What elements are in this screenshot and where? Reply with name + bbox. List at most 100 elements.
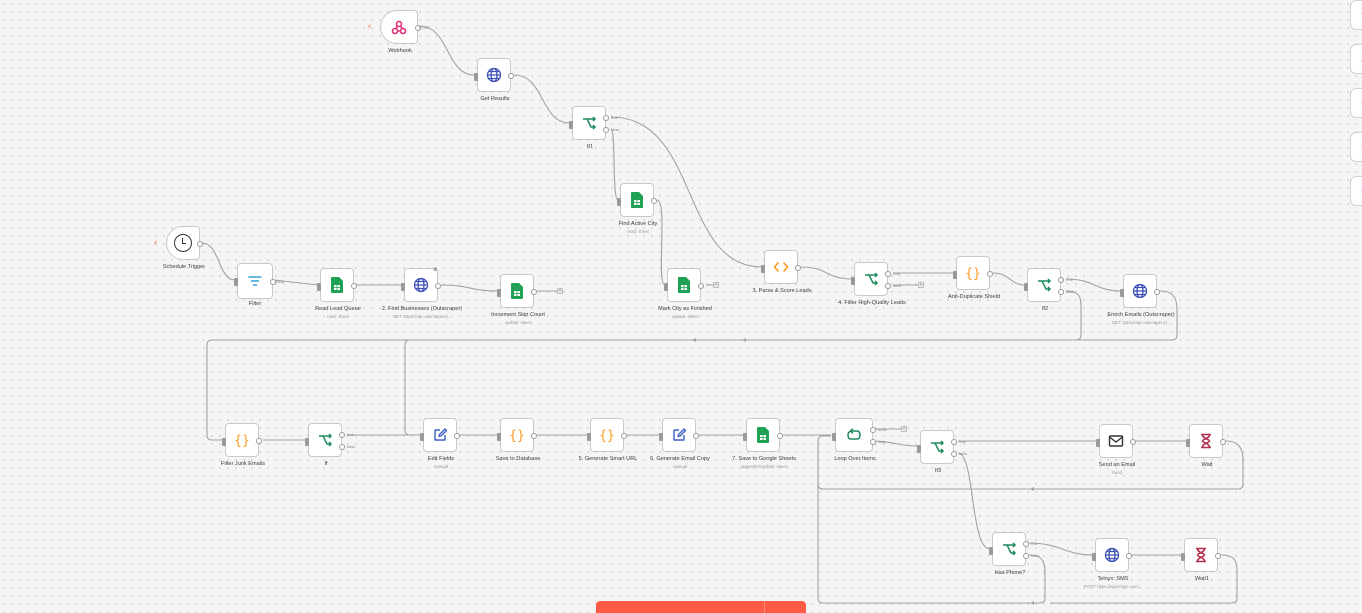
- node-save-google-sheets[interactable]: 7. Save to Google Sheets appendOrUpdate: …: [732, 418, 796, 469]
- node-wait[interactable]: Wait: [1186, 424, 1226, 468]
- output-port[interactable]: [651, 198, 657, 204]
- toolbar-sticky-button[interactable]: ▭: [1350, 132, 1362, 162]
- node-read-lead-queue[interactable]: Read Lead Queue read: sheet: [315, 268, 361, 319]
- input-port[interactable]: [1092, 553, 1096, 561]
- output-port-true[interactable]: [1023, 541, 1029, 547]
- input-port[interactable]: [401, 283, 405, 291]
- input-port[interactable]: [851, 277, 855, 285]
- input-port[interactable]: [1096, 439, 1100, 447]
- add-node-stub[interactable]: +: [901, 426, 907, 432]
- node-parse-score-leads[interactable]: 3. Parse & Score Leads: [752, 250, 812, 294]
- node-generate-smart-url[interactable]: {} 5. Generate Smart URL: [579, 418, 637, 462]
- output-port[interactable]: [351, 283, 357, 289]
- node-if1[interactable]: true false If1: [569, 106, 619, 150]
- node-if2[interactable]: true false If2: [1024, 268, 1074, 312]
- output-port[interactable]: [621, 433, 627, 439]
- input-port[interactable]: [953, 271, 957, 279]
- node-anti-duplicate-shield[interactable]: {} Anti-Duplicate Shield: [948, 256, 1000, 300]
- input-port[interactable]: [587, 433, 591, 441]
- output-port[interactable]: [1220, 439, 1226, 445]
- node-increment-skip-count[interactable]: Increment Skip Count update: sheet: [491, 274, 545, 325]
- input-port[interactable]: [761, 265, 765, 273]
- output-port[interactable]: [987, 271, 993, 277]
- node-mark-city-finished[interactable]: Mark City as Finished update: sheet: [658, 268, 712, 319]
- workflow-canvas[interactable]: ⚡ POST Webhook Get Results true false If…: [0, 0, 1362, 613]
- node-save-database[interactable]: {} Save to Database: [496, 418, 540, 462]
- output-port-true[interactable]: [885, 271, 891, 277]
- node-if[interactable]: true false If: [305, 423, 355, 467]
- output-port-false[interactable]: [603, 127, 609, 133]
- output-port-true[interactable]: [1058, 277, 1064, 283]
- input-port[interactable]: [474, 73, 478, 81]
- output-port[interactable]: [795, 265, 801, 271]
- output-port[interactable]: [777, 433, 783, 439]
- output-port[interactable]: [454, 433, 460, 439]
- output-port-loop[interactable]: [870, 439, 876, 445]
- input-port[interactable]: [1181, 553, 1185, 561]
- add-node-stub[interactable]: +: [713, 282, 719, 288]
- output-port-false[interactable]: [1023, 553, 1029, 559]
- output-port[interactable]: [698, 283, 704, 289]
- input-port[interactable]: [917, 445, 921, 453]
- output-port[interactable]: [1215, 553, 1221, 559]
- output-port[interactable]: [531, 289, 537, 295]
- node-has-phone[interactable]: true false Has Phone?: [989, 532, 1039, 576]
- node-filter-junk-emails[interactable]: {} Filter Junk Emails: [221, 423, 265, 467]
- node-enrich-emails[interactable]: Enrich Emails (Outscraper) GET: https://a…: [1107, 274, 1175, 325]
- input-port[interactable]: [659, 433, 663, 441]
- output-port-true[interactable]: [603, 115, 609, 121]
- toolbar-fit-button[interactable]: ▭: [1350, 88, 1362, 118]
- output-port[interactable]: [435, 283, 441, 289]
- node-webhook[interactable]: ⚡ POST Webhook: [367, 10, 430, 54]
- output-port[interactable]: [197, 241, 203, 247]
- output-port-true[interactable]: [951, 439, 957, 445]
- output-port[interactable]: [1154, 289, 1160, 295]
- input-port[interactable]: [989, 547, 993, 555]
- input-port[interactable]: [569, 121, 573, 129]
- node-filter-high-quality[interactable]: true false 4. Filter High-Quality Leads: [838, 262, 906, 306]
- input-port[interactable]: [317, 283, 321, 291]
- toolbar-zoom-in-button[interactable]: +: [1350, 0, 1362, 30]
- input-port[interactable]: [222, 438, 226, 446]
- toolbar-ai-button[interactable]: ◂: [1350, 176, 1362, 206]
- node-find-active-city[interactable]: Find Active City read: sheet: [617, 183, 657, 234]
- input-port[interactable]: [497, 289, 501, 297]
- node-telnyx-sms[interactable]: Telnyx: SMS POST: https://api.telnyx.com/…: [1084, 538, 1142, 589]
- output-port-false[interactable]: [885, 283, 891, 289]
- input-port[interactable]: [420, 433, 424, 441]
- node-filter[interactable]: Kept Filter: [234, 263, 284, 307]
- input-port[interactable]: [664, 283, 668, 291]
- input-port[interactable]: [617, 198, 621, 206]
- node-wait1[interactable]: Wait1: [1181, 538, 1221, 582]
- input-port[interactable]: [1024, 283, 1028, 291]
- node-get-results[interactable]: Get Results: [474, 58, 514, 102]
- output-port-false[interactable]: [339, 444, 345, 450]
- output-port-done[interactable]: [870, 427, 876, 433]
- input-port[interactable]: [1186, 439, 1190, 447]
- toolbar-search-button[interactable]: ⌕: [1350, 44, 1362, 74]
- add-node-stub[interactable]: +: [918, 282, 924, 288]
- node-send-email[interactable]: Send an Email Send: [1096, 424, 1136, 475]
- output-port[interactable]: [531, 433, 537, 439]
- output-port[interactable]: [693, 433, 699, 439]
- input-port[interactable]: [743, 433, 747, 441]
- output-port-false[interactable]: [951, 451, 957, 457]
- input-port[interactable]: [305, 438, 309, 446]
- add-node-stub[interactable]: +: [557, 288, 563, 294]
- output-port-true[interactable]: [339, 432, 345, 438]
- node-if3[interactable]: true false If3: [917, 430, 967, 474]
- output-port-false[interactable]: [1058, 289, 1064, 295]
- node-find-businesses[interactable]: ⚙ 2. Find Businesses (Outscraper) GET: ht…: [382, 267, 462, 319]
- input-port[interactable]: [234, 278, 238, 286]
- input-port[interactable]: [1120, 289, 1124, 297]
- output-port[interactable]: [1130, 439, 1136, 445]
- input-port[interactable]: [497, 433, 501, 441]
- output-port[interactable]: [256, 438, 262, 444]
- node-loop-over-items[interactable]: done loop Loop Over Items: [832, 418, 887, 462]
- output-port[interactable]: [508, 73, 514, 79]
- node-schedule-trigger[interactable]: ⚡ Schedule Trigger: [153, 226, 205, 270]
- output-port[interactable]: [1126, 553, 1132, 559]
- execute-workflow-button[interactable]: [596, 601, 806, 613]
- node-generate-email-copy[interactable]: 6. Generate Email Copy manual: [650, 418, 710, 469]
- input-port[interactable]: [832, 433, 836, 441]
